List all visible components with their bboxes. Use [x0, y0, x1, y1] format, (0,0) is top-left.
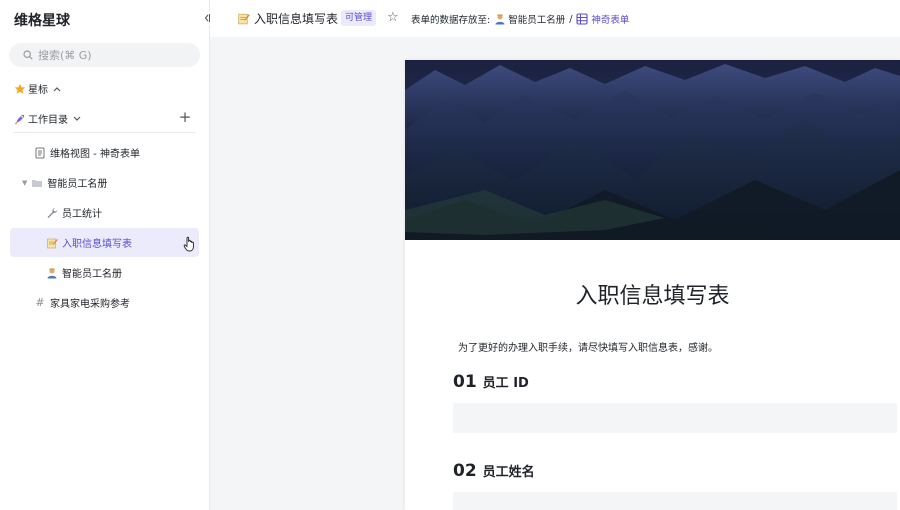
- tree-item-folder[interactable]: ▼ 智能员工名册: [22, 168, 107, 197]
- search-input[interactable]: 搜索(⌘ G): [9, 43, 200, 67]
- stored-sheet-link[interactable]: 智能员工名册: [508, 12, 565, 26]
- stored-view-link[interactable]: 神奇表单: [591, 12, 629, 26]
- tree-item-form-view[interactable]: 维格视图 - 神奇表单: [34, 138, 140, 167]
- question-number: 01: [453, 372, 477, 392]
- document-icon: [35, 147, 45, 158]
- question-number: 02: [453, 461, 477, 481]
- tree-item-staff-roster[interactable]: 智能员工名册: [46, 258, 122, 287]
- stored-prefix: 表单的数据存放至:: [411, 15, 491, 26]
- tree-item-label: 智能员工名册: [47, 179, 108, 190]
- chevron-down-icon: [73, 116, 81, 121]
- document-title-text: 入职信息填写表: [254, 12, 339, 26]
- main-area: 入职信息填写表 为了更好的办理入职手续，请尽快填写入职信息表，感谢。 01 员工…: [210, 37, 900, 510]
- data-location: 表单的数据存放至: 智能员工名册 / 神奇表单: [411, 12, 629, 26]
- form-description: 为了更好的办理入职手续，请尽快填写入职信息表，感谢。: [458, 343, 718, 354]
- question-1: 01 员工 ID: [453, 372, 529, 392]
- person-icon: [47, 267, 57, 278]
- workspace-title[interactable]: 维格星球: [14, 10, 70, 30]
- caret-down-icon[interactable]: ▼: [22, 179, 27, 187]
- employee-name-input[interactable]: [453, 492, 897, 510]
- employee-id-input[interactable]: [453, 403, 897, 433]
- person-icon: [495, 14, 505, 25]
- starred-section[interactable]: 星标: [14, 81, 61, 96]
- question-label: 员工 ID: [482, 376, 529, 391]
- folder-icon: [32, 179, 43, 187]
- tree-item-purchase-ref[interactable]: # 家具家电采购参考: [34, 288, 130, 317]
- star-filled-icon: [14, 83, 26, 94]
- star-outline-icon[interactable]: ☆: [387, 10, 399, 25]
- topbar: 入职信息填写表 可管理 ☆ 表单的数据存放至: 智能员工名册 / 神奇表单: [210, 0, 900, 37]
- search-placeholder: 搜索(⌘ G): [38, 49, 92, 62]
- memo-icon: [238, 13, 250, 25]
- chevron-up-icon: [53, 86, 61, 91]
- tree-item-onboarding-form[interactable]: 入职信息填写表: [10, 228, 199, 257]
- wrench-icon: [47, 207, 58, 218]
- search-icon: [23, 50, 33, 60]
- tree-item-label: 家具家电采购参考: [50, 299, 130, 310]
- form-card: 入职信息填写表 为了更好的办理入职手续，请尽快填写入职信息表，感谢。 01 员工…: [405, 60, 900, 510]
- catalog-section[interactable]: 工作目录: [14, 111, 81, 126]
- hand-pointer-icon: [183, 236, 194, 252]
- question-2: 02 员工姓名: [453, 461, 535, 481]
- memo-icon: [47, 238, 58, 248]
- permission-badge: 可管理: [341, 10, 377, 26]
- tree-item-label: 智能员工名册: [62, 269, 122, 280]
- sidebar: 维格星球 搜索(⌘ G) 星标 工作目录 + 维格视图 - 神奇表单 ▼ 智能员…: [0, 0, 210, 510]
- document-title[interactable]: 入职信息填写表: [237, 10, 338, 27]
- grid-view-icon: [576, 13, 588, 25]
- tree-item-label: 维格视图 - 神奇表单: [50, 149, 140, 160]
- path-separator: /: [569, 13, 573, 25]
- form-title: 入职信息填写表: [575, 284, 730, 309]
- starred-label: 星标: [28, 85, 48, 96]
- hash-icon: #: [35, 295, 45, 309]
- cover-image: [405, 60, 900, 240]
- tree-item-employee-stats[interactable]: 员工统计: [46, 198, 102, 227]
- question-label: 员工姓名: [482, 465, 535, 480]
- rocket-icon: [14, 114, 24, 124]
- sidebar-divider: [14, 132, 196, 133]
- catalog-label: 工作目录: [28, 115, 68, 126]
- tree-item-label: 员工统计: [62, 209, 102, 220]
- tree-item-label: 入职信息填写表: [62, 239, 132, 250]
- add-node-button[interactable]: +: [178, 110, 192, 125]
